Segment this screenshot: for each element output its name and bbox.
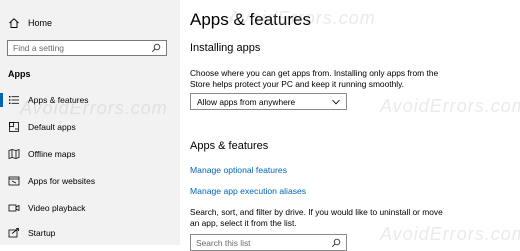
home-icon [9,18,19,28]
sidebar-item-label: Apps for websites [28,176,96,186]
search-icon [331,238,341,247]
manage-optional-features-link[interactable]: Manage optional features [190,165,287,175]
list-icon [9,96,19,104]
sidebar-item-label: Apps & features [28,95,89,105]
sidebar-item-label: Video playback [28,203,86,213]
sidebar-item-apps-for-websites[interactable]: Apps for websites [0,172,180,190]
home-label: Home [28,18,53,28]
search-list-input[interactable]: Search this list [190,234,347,251]
sidebar: Home Find a setting Apps Apps & features… [0,0,180,245]
sidebar-item-apps-features[interactable]: Apps & features [0,91,180,109]
installing-apps-description: Choose where you can get apps from. Inst… [190,68,439,89]
dropdown-value: Allow apps from anywhere [197,96,296,107]
sidebar-item-default-apps[interactable]: Default apps [0,118,180,136]
find-setting-input[interactable]: Find a setting [7,40,167,56]
sidebar-item-label: Offline maps [28,149,76,159]
default-apps-icon [9,122,19,132]
section-label-apps: Apps [8,69,31,79]
find-setting-placeholder: Find a setting [13,43,65,53]
page-title: Apps & features [190,10,311,29]
main-content: Apps & features Installing apps Choose w… [180,0,520,251]
video-icon [8,204,20,212]
web-icon [8,176,20,186]
manage-app-execution-aliases-link[interactable]: Manage app execution aliases [190,186,306,196]
sidebar-item-label: Startup [28,228,56,238]
home-nav-item[interactable]: Home [8,14,52,32]
app-source-dropdown[interactable]: Allow apps from anywhere [190,93,347,110]
sidebar-item-label: Default apps [28,122,76,132]
installing-apps-heading: Installing apps [190,42,261,54]
search-list-placeholder: Search this list [196,237,251,248]
search-icon [151,43,161,53]
sidebar-item-video-playback[interactable]: Video playback [0,199,180,217]
startup-icon [8,228,19,238]
apps-features-heading: Apps & features [190,140,269,152]
search-list-description: Search, sort, and filter by drive. If yo… [190,207,443,228]
map-icon [8,148,20,160]
chevron-down-icon [332,99,340,104]
sidebar-item-startup[interactable]: Startup [0,224,180,242]
sidebar-item-offline-maps[interactable]: Offline maps [0,145,180,163]
